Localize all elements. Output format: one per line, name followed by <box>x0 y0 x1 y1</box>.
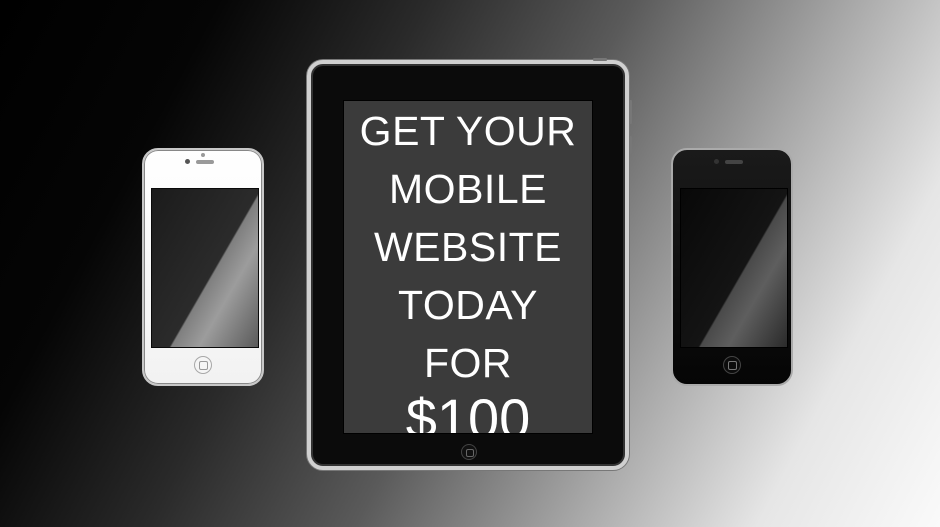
white-phone-image <box>142 148 264 386</box>
home-button-icon <box>194 356 212 374</box>
white-phone-screen <box>151 188 259 348</box>
phone-sensor-icon <box>201 153 205 157</box>
banner: GET YOUR MOBILE WEBSITE TODAY FOR $100 <box>0 0 940 527</box>
phone-speaker-icon <box>196 160 214 164</box>
promo-line-3: WEBSITE <box>373 224 563 270</box>
promo-line-4: TODAY <box>398 282 538 328</box>
home-button-icon <box>461 444 477 460</box>
phone-camera-icon <box>185 159 190 164</box>
phone-camera-icon <box>714 159 719 164</box>
black-phone-image <box>671 148 793 386</box>
tablet-power-button-icon <box>593 58 607 61</box>
tablet-switch-button-icon <box>629 136 632 154</box>
tablet-image: GET YOUR MOBILE WEBSITE TODAY FOR $100 <box>307 58 632 470</box>
tablet-volume-button-icon <box>629 100 632 124</box>
promo-price: $100 <box>405 387 531 434</box>
tablet-screen: GET YOUR MOBILE WEBSITE TODAY FOR $100 <box>343 100 593 434</box>
black-phone-screen <box>680 188 788 348</box>
promo-line-1: GET YOUR <box>359 108 577 154</box>
home-button-icon <box>723 356 741 374</box>
phone-speaker-icon <box>725 160 743 164</box>
promo-line-2: MOBILE <box>389 166 547 212</box>
promo-text: GET YOUR MOBILE WEBSITE TODAY FOR $100 <box>344 106 592 434</box>
